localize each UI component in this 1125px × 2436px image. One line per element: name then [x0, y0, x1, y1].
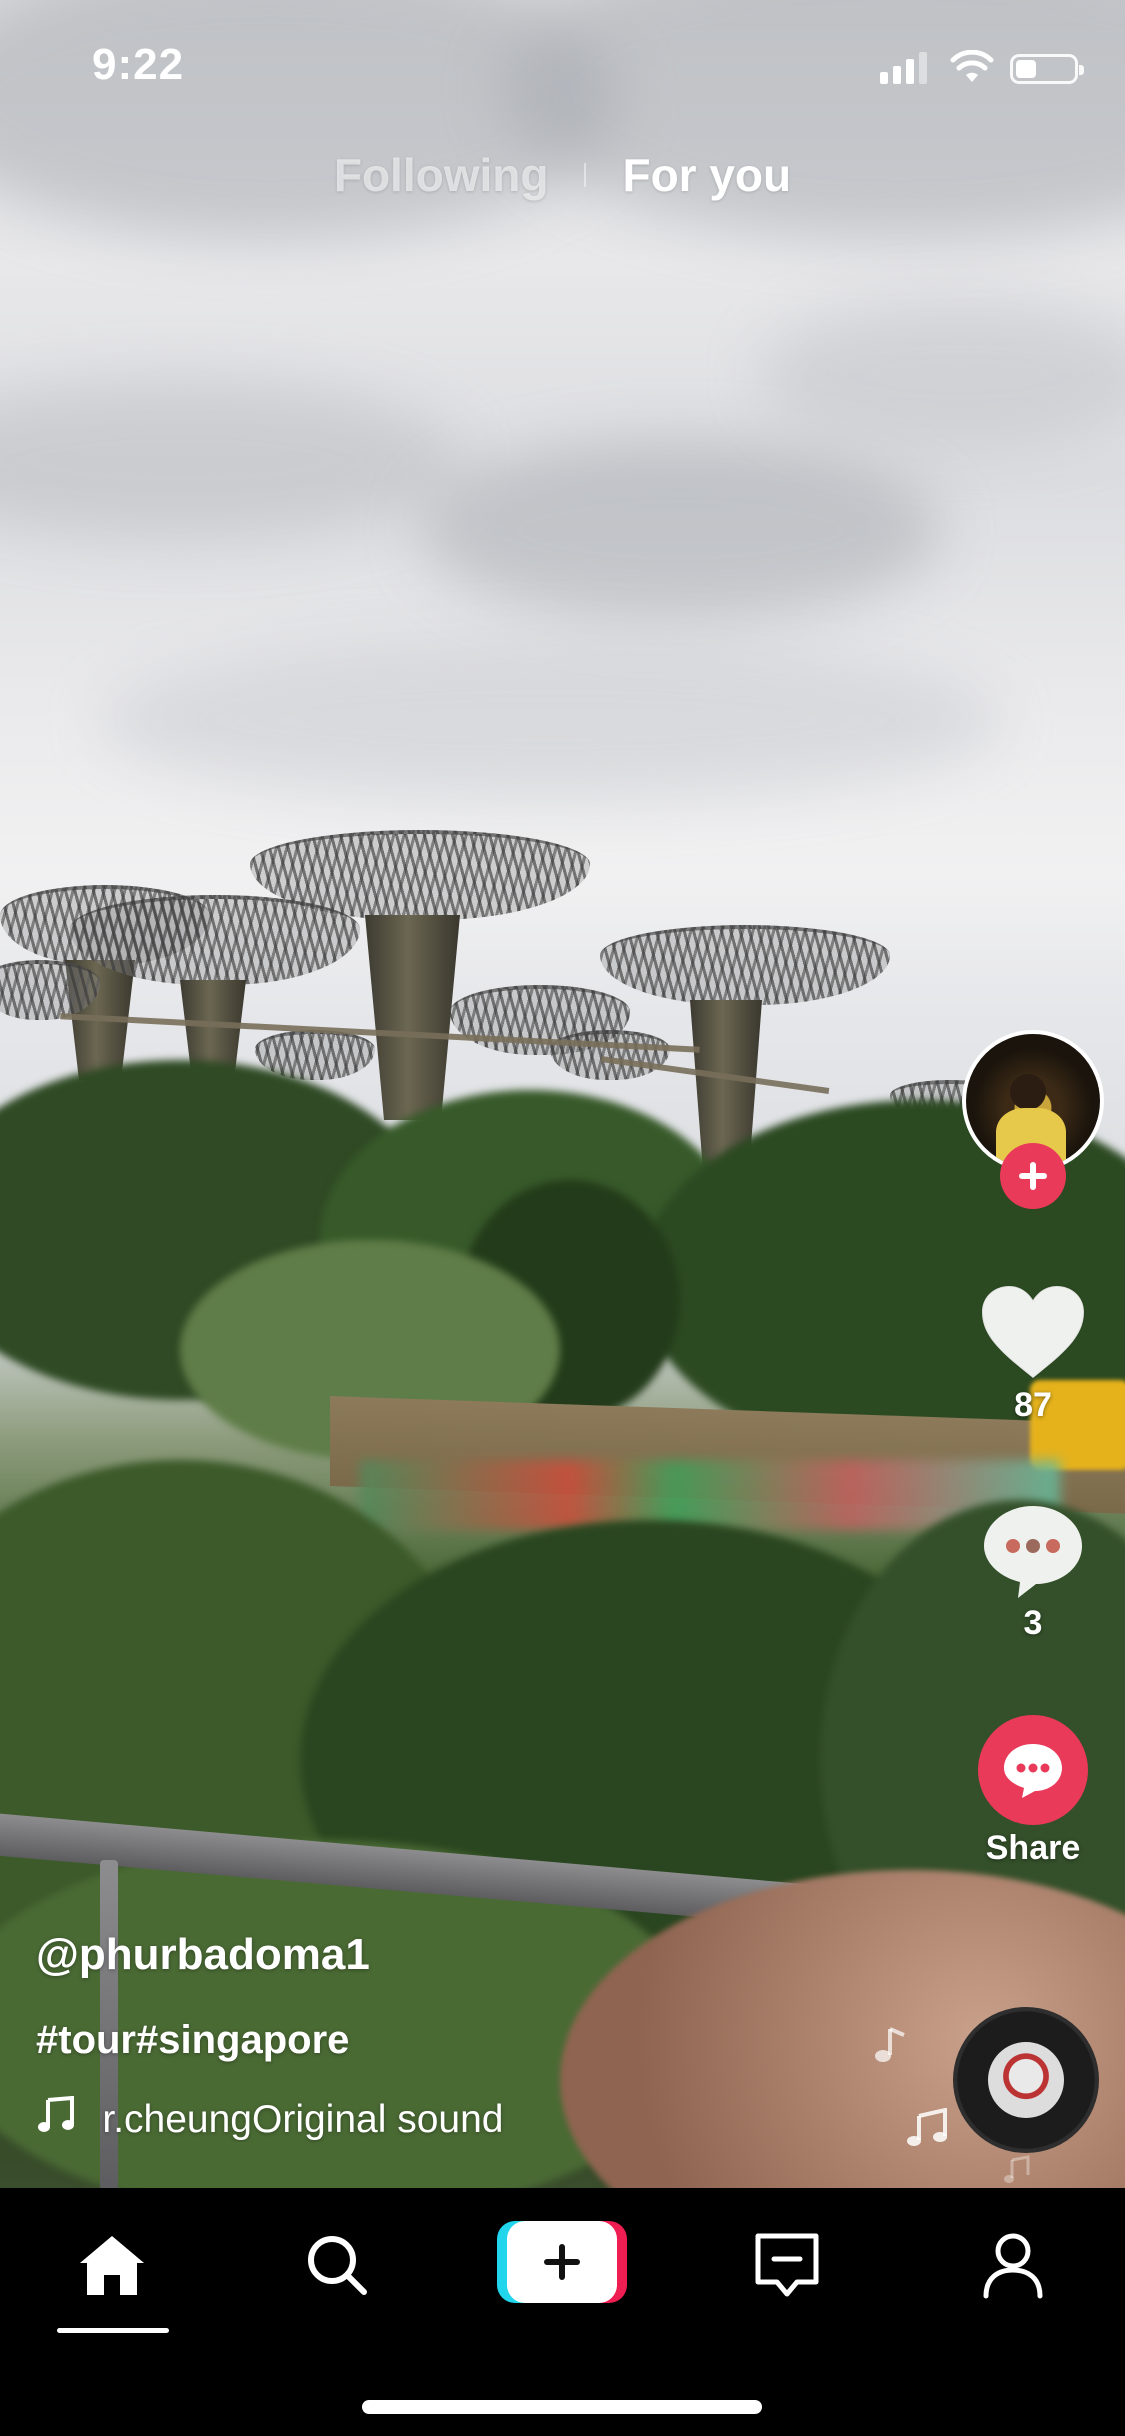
battery-level [1016, 60, 1036, 78]
sound-disc[interactable] [953, 2007, 1099, 2153]
plus-icon [544, 2244, 580, 2280]
creator-username[interactable]: @phurbadoma1 [36, 1930, 370, 1980]
sound-cover [988, 2042, 1064, 2118]
floating-music-note-icon [1004, 2155, 1030, 2183]
tab-divider [584, 163, 587, 187]
nav-profile[interactable] [953, 2220, 1073, 2310]
sound-marquee[interactable]: r.cheung Original sound [36, 2095, 504, 2144]
like-count: 87 [1014, 1386, 1052, 1424]
nav-home[interactable] [52, 2220, 172, 2310]
floating-music-note-icon [907, 2108, 947, 2146]
active-tab-indicator [57, 2328, 169, 2333]
share-chat-icon [1004, 1744, 1062, 1798]
supertree [600, 925, 890, 1005]
caption-hashtags[interactable]: #tour#singapore [36, 2018, 349, 2063]
status-time: 9:22 [92, 40, 185, 89]
nav-discover[interactable] [277, 2220, 397, 2310]
comment-icon[interactable] [978, 1500, 1088, 1600]
battery-icon [1010, 54, 1084, 84]
comment-count: 3 [1023, 1604, 1043, 1642]
share-label: Share [985, 1829, 1081, 1867]
sound-creator: r.cheung [102, 2098, 252, 2141]
home-indicator [362, 2400, 762, 2414]
create-button[interactable] [497, 2221, 627, 2303]
supertree [550, 1030, 670, 1080]
search-icon [308, 2236, 367, 2295]
feed-tabs: Following For you [0, 148, 1125, 202]
sound-title: Original sound [252, 2098, 504, 2141]
tab-following[interactable]: Following [334, 148, 549, 202]
share-button[interactable] [978, 1715, 1088, 1825]
music-note-icon [36, 2095, 76, 2144]
home-icon [80, 2236, 144, 2295]
comment-action: 3 [953, 1500, 1113, 1643]
inbox-icon [755, 2233, 819, 2297]
heart-icon[interactable] [978, 1282, 1088, 1382]
share-action: Share [953, 1715, 1113, 1868]
follow-button[interactable] [1000, 1143, 1066, 1209]
plus-icon [1019, 1162, 1047, 1190]
like-action: 87 [953, 1282, 1113, 1425]
profile-icon [983, 2233, 1043, 2299]
cellular-signal-icon [880, 52, 927, 84]
nav-inbox[interactable] [727, 2220, 847, 2310]
floating-music-note-icon [875, 2027, 905, 2062]
wifi-icon [950, 49, 994, 89]
tab-for-you[interactable]: For you [622, 148, 791, 202]
